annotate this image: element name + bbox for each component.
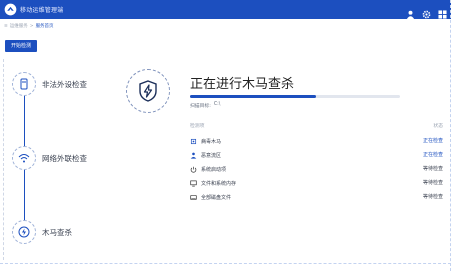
scan-row: 文件和系统内存 等待检查	[190, 178, 443, 188]
grid-icon[interactable]	[438, 4, 447, 19]
scan-item-status: 等待检查	[422, 194, 443, 200]
step-list: 非法外设检查 网络外联检查 木马查杀	[4, 59, 114, 260]
scan-item-status: 等待检查	[422, 166, 443, 172]
start-detect-button[interactable]: 开始检测	[5, 40, 37, 52]
scan-item-name: 全部磁盘文件	[201, 194, 232, 201]
breadcrumb: ≡ 运维服务 > 服务首页	[4, 23, 54, 30]
step-usb-check[interactable]: 非法外设检查	[12, 71, 122, 97]
disk-icon	[190, 194, 197, 200]
breadcrumb-current: 服务首页	[35, 24, 54, 29]
scan-target: 扫描目标: C:\	[190, 102, 220, 109]
step-network-check[interactable]: 网络外联检查	[12, 145, 122, 171]
scan-item-status: 正在检查	[422, 138, 443, 144]
monitor-icon	[190, 180, 197, 186]
scan-row: 病毒木马 正在检查	[190, 136, 443, 146]
users-icon	[190, 152, 197, 159]
scan-row: 全部磁盘文件 等待检查	[190, 192, 443, 202]
scan-item-name: 文件和系统内存	[201, 180, 237, 187]
step-label: 非法外设检查	[42, 79, 87, 89]
user-icon[interactable]	[406, 4, 415, 19]
scan-target-label: 扫描目标:	[190, 104, 211, 109]
scan-item-name: 病毒木马	[201, 138, 222, 145]
step-label: 网络外联检查	[42, 153, 87, 163]
gear-icon[interactable]	[422, 4, 431, 19]
step-label: 木马查杀	[42, 227, 72, 237]
frame-bottom-edge	[0, 263, 451, 264]
top-bar: 移动运维管理端	[0, 0, 451, 19]
top-actions	[406, 4, 447, 19]
breadcrumb-parent[interactable]: 运维服务	[10, 23, 28, 29]
step-trojan-scan[interactable]: 木马查杀	[12, 219, 122, 245]
scan-title: 正在进行木马查杀	[190, 77, 295, 92]
app-title: 移动运维管理端	[20, 7, 64, 14]
lightning-shield-icon	[139, 80, 157, 102]
wifi-icon	[18, 154, 30, 163]
scan-progress-fill	[190, 95, 316, 98]
scan-table-header: 检测项 状态	[190, 122, 443, 129]
bug-icon	[190, 138, 197, 144]
scan-status-circle	[126, 69, 170, 113]
detection-panel: 非法外设检查 网络外联检查 木马查杀 正在进行木马查杀 扫描目标: C:\ 检测…	[3, 59, 444, 260]
scan-row: 系统启动项 等待检查	[190, 164, 443, 174]
column-status: 状态	[433, 124, 443, 129]
app-logo-icon	[4, 3, 17, 16]
step-network-circle	[12, 146, 36, 170]
scan-progress-bar	[190, 95, 400, 98]
scan-area: 正在进行木马查杀 扫描目标: C:\ 检测项 状态 病毒木马 正在检查 恶意流区…	[124, 67, 444, 257]
scan-target-value: C:\	[213, 102, 221, 107]
menu-icon[interactable]: ≡	[4, 24, 8, 29]
power-icon	[190, 166, 197, 173]
scan-item-name: 系统启动项	[201, 166, 227, 173]
usb-icon	[20, 78, 28, 90]
step-trojan-circle	[12, 220, 36, 244]
column-item: 检测项	[190, 124, 205, 129]
scan-item-name: 恶意流区	[201, 152, 222, 159]
step-usb-circle	[12, 72, 36, 96]
lightning-shield-icon	[18, 226, 30, 238]
scan-item-status: 正在检查	[422, 152, 443, 158]
scan-item-status: 等待检查	[422, 180, 443, 186]
scan-row: 恶意流区 正在检查	[190, 150, 443, 160]
breadcrumb-divider: >	[29, 23, 34, 29]
